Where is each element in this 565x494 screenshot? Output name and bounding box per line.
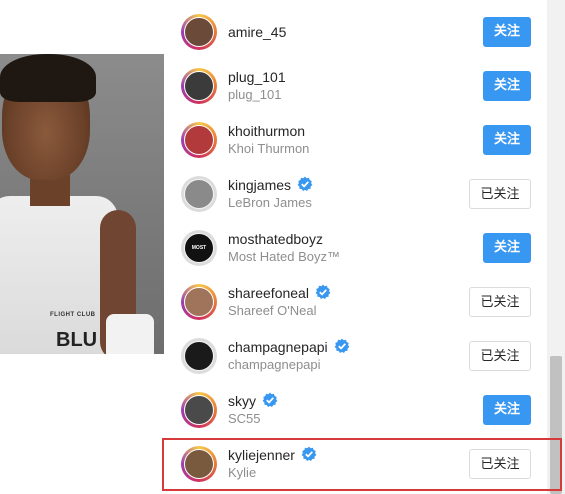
user-info: champagnepapi champagnepapi (228, 338, 350, 374)
list-item: shareefoneal Shareef O'Neal 已关注 (164, 275, 547, 329)
full-name: Shareef O'Neal (228, 303, 317, 318)
avatar-image: MOST HATED (184, 233, 214, 263)
list-item: amire_45 关注 (164, 5, 547, 59)
follow-button[interactable]: 关注 (483, 395, 531, 425)
user-info: shareefoneal Shareef O'Neal (228, 284, 331, 320)
username-link[interactable]: mosthatedboyz (228, 231, 323, 247)
username-row: plug_101 (228, 68, 286, 86)
photo-hair (0, 54, 96, 102)
verified-badge-icon (315, 284, 331, 299)
username-link[interactable]: khoithurmon (228, 123, 305, 139)
username-row: kingjames (228, 176, 313, 194)
avatar-image (184, 395, 214, 425)
avatar[interactable] (181, 392, 217, 428)
avatar[interactable] (181, 446, 217, 482)
full-name: Kylie (228, 465, 257, 480)
avatar-image (184, 71, 214, 101)
background-post-photo: FLIGHT CLUB BLU (0, 54, 164, 354)
verified-badge-icon (301, 446, 317, 461)
username-link[interactable]: champagnepapi (228, 339, 328, 355)
username-row: mosthatedboyz (228, 230, 340, 248)
verified-badge-icon (262, 392, 278, 407)
username-row: champagnepapi (228, 338, 350, 356)
username-row: shareefoneal (228, 284, 331, 302)
avatar-image (184, 341, 214, 371)
avatar[interactable] (181, 284, 217, 320)
list-item: skyy SC55 关注 (164, 383, 547, 437)
follow-button[interactable]: 关注 (483, 125, 531, 155)
username-row: kyliejenner (228, 446, 317, 464)
following-button[interactable]: 已关注 (469, 179, 531, 209)
following-button[interactable]: 已关注 (469, 287, 531, 317)
username-link[interactable]: kyliejenner (228, 447, 295, 463)
user-info: amire_45 (228, 23, 286, 41)
avatar-image (184, 287, 214, 317)
avatar[interactable]: MOST HATED (181, 230, 217, 266)
username-row: skyy (228, 392, 278, 410)
full-name: SC55 (228, 411, 261, 426)
list-item: kyliejenner Kylie 已关注 (164, 437, 547, 491)
user-info: kingjames LeBron James (228, 176, 313, 212)
list-item: kingjames LeBron James 已关注 (164, 167, 547, 221)
full-name: LeBron James (228, 195, 312, 210)
user-info: mosthatedboyz Most Hated Boyz™ (228, 230, 340, 266)
avatar[interactable] (181, 122, 217, 158)
avatar-image (184, 17, 214, 47)
avatar-image (184, 125, 214, 155)
photo-sleeve (106, 314, 154, 354)
avatar[interactable] (181, 338, 217, 374)
shirt-brand-text: FLIGHT CLUB (50, 312, 96, 318)
follow-button[interactable]: 关注 (483, 17, 531, 47)
list-item: khoithurmon Khoi Thurmon 关注 (164, 113, 547, 167)
full-name: champagnepapi (228, 357, 321, 372)
avatar[interactable] (181, 68, 217, 104)
username-link[interactable]: shareefoneal (228, 285, 309, 301)
avatar[interactable] (181, 176, 217, 212)
avatar-text: MOST HATED (191, 245, 207, 251)
full-name: Khoi Thurmon (228, 141, 310, 156)
user-info: kyliejenner Kylie (228, 446, 317, 482)
username-link[interactable]: amire_45 (228, 24, 286, 40)
scrollbar-thumb[interactable] (550, 356, 562, 494)
username-link[interactable]: kingjames (228, 177, 291, 193)
list-item: plug_101 plug_101 关注 (164, 59, 547, 113)
list-item: champagnepapi champagnepapi 已关注 (164, 329, 547, 383)
shirt-lettering: BLU (56, 328, 97, 352)
username-link[interactable]: plug_101 (228, 69, 286, 85)
verified-badge-icon (297, 176, 313, 191)
user-info: plug_101 plug_101 (228, 68, 286, 104)
username-row: amire_45 (228, 23, 286, 41)
following-button[interactable]: 已关注 (469, 449, 531, 479)
avatar[interactable] (181, 14, 217, 50)
following-button[interactable]: 已关注 (469, 341, 531, 371)
username-row: khoithurmon (228, 122, 309, 140)
verified-badge-icon (334, 338, 350, 353)
avatar-image (184, 449, 214, 479)
full-name: Most Hated Boyz™ (228, 249, 340, 264)
scrollbar[interactable] (547, 0, 565, 494)
user-info: khoithurmon Khoi Thurmon (228, 122, 309, 158)
user-info: skyy SC55 (228, 392, 278, 428)
list-item: MOST HATED mosthatedboyz Most Hated Boyz™ 关… (164, 221, 547, 275)
follow-button[interactable]: 关注 (483, 71, 531, 101)
full-name: plug_101 (228, 87, 282, 102)
follow-button[interactable]: 关注 (483, 233, 531, 263)
avatar-image (184, 179, 214, 209)
username-link[interactable]: skyy (228, 393, 256, 409)
